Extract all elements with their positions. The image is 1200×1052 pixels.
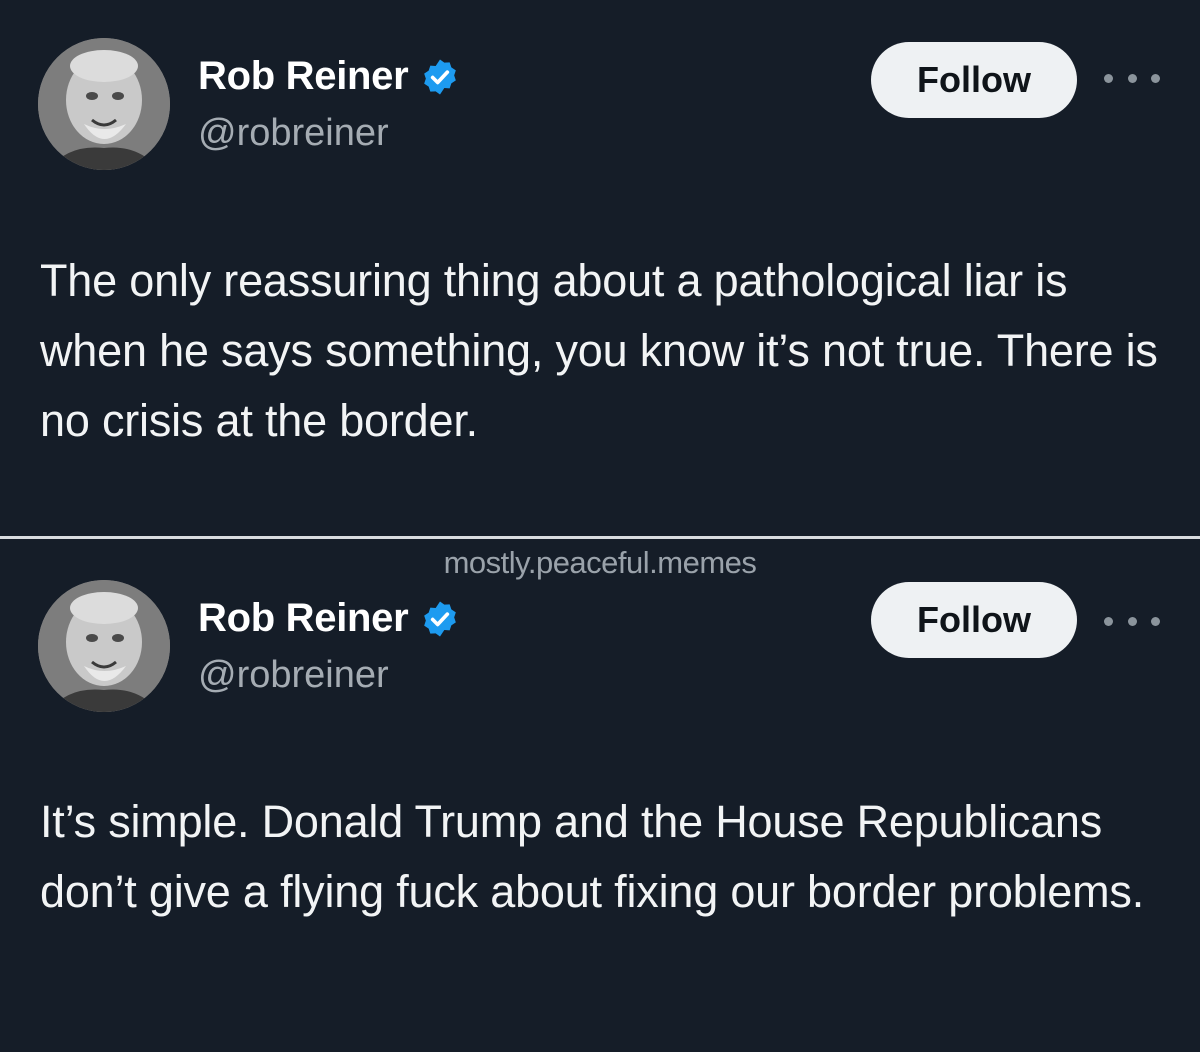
author-name[interactable]: Rob Reiner — [198, 54, 409, 99]
dot — [1151, 73, 1160, 83]
author-name-row[interactable]: Rob Reiner — [198, 54, 460, 99]
more-options-icon[interactable] — [1104, 68, 1160, 88]
tweet-card: Rob Reiner @robreiner Follow The only re… — [0, 0, 1200, 536]
avatar[interactable] — [38, 38, 170, 170]
author-name-row[interactable]: Rob Reiner — [198, 596, 460, 641]
tweet-card: Rob Reiner @robreiner Follow It’s simple… — [0, 541, 1200, 1052]
verified-badge-icon — [424, 59, 457, 94]
dot — [1104, 73, 1113, 83]
author-handle[interactable]: @robreiner — [198, 654, 389, 697]
author-handle[interactable]: @robreiner — [198, 112, 389, 155]
dot — [1127, 616, 1137, 626]
dot — [1104, 616, 1113, 626]
divider — [0, 536, 1200, 539]
tweet-text: It’s simple. Donald Trump and the House … — [40, 796, 1145, 917]
more-options-icon[interactable] — [1104, 611, 1160, 631]
avatar[interactable] — [38, 580, 170, 712]
follow-button[interactable]: Follow — [871, 582, 1077, 658]
author-name[interactable]: Rob Reiner — [198, 596, 409, 641]
verified-badge-icon — [424, 601, 457, 636]
follow-button[interactable]: Follow — [871, 42, 1077, 118]
tweet-text: The only reassuring thing about a pathol… — [40, 255, 1158, 446]
avatar-photo — [38, 38, 170, 170]
dot — [1127, 73, 1137, 83]
dot — [1151, 616, 1160, 626]
avatar-photo — [38, 580, 170, 712]
